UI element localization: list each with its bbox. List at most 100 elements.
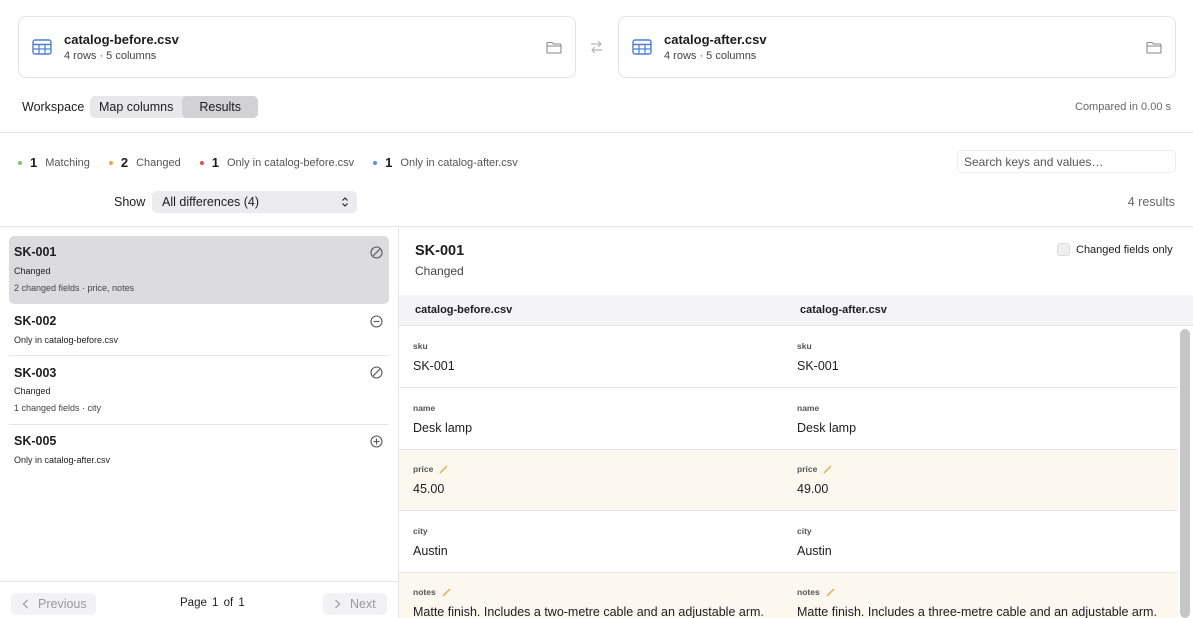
left-column-header: catalog-before.csv: [415, 304, 513, 316]
field-label: sku: [413, 341, 428, 351]
field-label: city: [413, 526, 428, 536]
table-icon: [32, 39, 52, 55]
row-status: Changed: [14, 266, 51, 276]
detail-status: Changed: [415, 264, 464, 278]
field-label: city: [797, 526, 812, 536]
folder-icon[interactable]: [546, 41, 562, 54]
list-item-sk-003[interactable]: SK-003 Changed 1 changed fields · city: [9, 356, 389, 424]
field-label: name: [797, 403, 820, 413]
row-key: SK-002: [14, 314, 57, 328]
pencil-icon: [826, 588, 835, 596]
divider: [0, 581, 398, 582]
tab-results[interactable]: Results: [182, 96, 259, 118]
row-key: SK-001: [14, 245, 57, 259]
stat-label: Only in catalog-after.csv: [400, 156, 518, 169]
field-label: sku: [797, 341, 812, 351]
file-meta: 4 rows · 5 columns: [64, 50, 157, 62]
pencil-icon: [442, 588, 451, 596]
next-label: Next: [350, 597, 376, 611]
field-label: price: [797, 464, 832, 474]
changed-icon: [370, 366, 383, 379]
stat-count: 1: [30, 155, 38, 170]
changed-fields-only-toggle[interactable]: Changed fields only: [1057, 243, 1173, 256]
row-key: SK-003: [14, 366, 57, 380]
stat-label: Changed: [136, 156, 181, 169]
field-label: name: [413, 403, 436, 413]
scrollbar[interactable]: [1180, 329, 1190, 618]
list-item-sk-002[interactable]: SK-002 Only in catalog-before.csv: [9, 305, 389, 355]
field-label: notes: [413, 587, 451, 597]
file-name: catalog-after.csv: [664, 32, 767, 47]
workspace-label: Workspace: [22, 100, 85, 114]
stat-only-after: 1 Only in catalog-after.csv: [373, 155, 518, 170]
compare-header: catalog-before.csv catalog-after.csv: [399, 295, 1193, 326]
next-page-button[interactable]: Next: [323, 593, 387, 615]
status-dot: [199, 160, 204, 165]
table-icon: [632, 39, 652, 55]
row-status: Changed: [14, 386, 51, 396]
list-item-sk-005[interactable]: SK-005 Only in catalog-after.csv: [9, 425, 389, 475]
plus-circle-icon: [370, 435, 383, 448]
stat-matching: 1 Matching: [18, 155, 90, 170]
field-value-before: SK-001: [413, 359, 455, 373]
summary-stats: 1 Matching 2 Changed 1 Only in catalog-b…: [18, 155, 537, 170]
field-value-after: SK-001: [797, 359, 839, 373]
row-status: Only in catalog-after.csv: [14, 455, 111, 465]
stat-changed: 2 Changed: [108, 155, 181, 170]
field-row-name: name Desk lamp name Desk lamp: [399, 389, 1178, 450]
page-indicator: Page 1 of 1: [180, 597, 245, 609]
field-value-after: Austin: [797, 544, 832, 558]
view-segmented-control: Map columns Results: [90, 96, 259, 118]
changed-icon: [370, 246, 383, 259]
folder-icon[interactable]: [1146, 41, 1162, 54]
file-card-after: catalog-after.csv 4 rows · 5 columns: [618, 16, 1176, 78]
row-detail: 2 changed fields · price, notes: [14, 283, 135, 293]
difference-filter-select[interactable]: All differences (4): [152, 191, 357, 213]
field-value-before: Desk lamp: [413, 421, 473, 435]
stat-count: 1: [385, 155, 393, 170]
field-value-after: Desk lamp: [797, 421, 857, 435]
checkbox[interactable]: [1057, 243, 1070, 256]
field-row-price: price 45.00 price 49.00: [399, 450, 1178, 511]
field-value-after: 49.00: [797, 482, 829, 496]
search-input[interactable]: [957, 150, 1176, 173]
stat-count: 2: [120, 155, 129, 170]
detail-title: SK-001: [415, 243, 465, 259]
divider: [0, 132, 1193, 133]
field-value-before: Matte finish. Includes a two-metre cable…: [413, 605, 764, 618]
pencil-icon: [439, 465, 448, 473]
row-status: Only in catalog-before.csv: [14, 335, 119, 345]
pencil-icon: [823, 465, 832, 473]
right-column-header: catalog-after.csv: [800, 304, 887, 316]
field-row-city: city Austin city Austin: [399, 512, 1178, 573]
previous-label: Previous: [38, 597, 87, 611]
stat-count: 1: [211, 155, 219, 170]
field-row-sku: sku SK-001 sku SK-001: [399, 327, 1178, 388]
chevron-right-icon: [335, 599, 341, 609]
stat-only-before: 1 Only in catalog-before.csv: [199, 155, 355, 170]
row-detail: 1 changed fields · city: [14, 403, 102, 413]
status-dot: [108, 160, 113, 165]
file-meta: 4 rows · 5 columns: [664, 50, 757, 62]
field-value-after: Matte finish. Includes a three-metre cab…: [797, 605, 1157, 618]
list-item-sk-001[interactable]: SK-001 Changed 2 changed fields · price,…: [9, 236, 389, 304]
field-label: price: [413, 464, 448, 474]
select-value: All differences (4): [162, 195, 260, 209]
swap-icon[interactable]: [589, 40, 604, 54]
show-label: Show: [114, 195, 146, 209]
status-dot: [18, 160, 22, 165]
previous-page-button[interactable]: Previous: [11, 593, 96, 615]
chevron-left-icon: [22, 599, 28, 609]
results-count: 4 results: [1127, 195, 1175, 209]
file-name: catalog-before.csv: [64, 32, 179, 47]
stat-label: Matching: [45, 156, 90, 169]
field-row-notes: notes Matte finish. Includes a two-metre…: [399, 573, 1178, 618]
tab-map-columns[interactable]: Map columns: [90, 96, 182, 118]
file-card-before: catalog-before.csv 4 rows · 5 columns: [18, 16, 576, 78]
field-value-before: Austin: [413, 544, 448, 558]
field-label: notes: [797, 587, 835, 597]
field-value-before: 45.00: [413, 482, 445, 496]
row-key: SK-005: [14, 434, 57, 448]
chevron-up-down-icon: [342, 197, 348, 207]
stat-label: Only in catalog-before.csv: [227, 156, 355, 169]
